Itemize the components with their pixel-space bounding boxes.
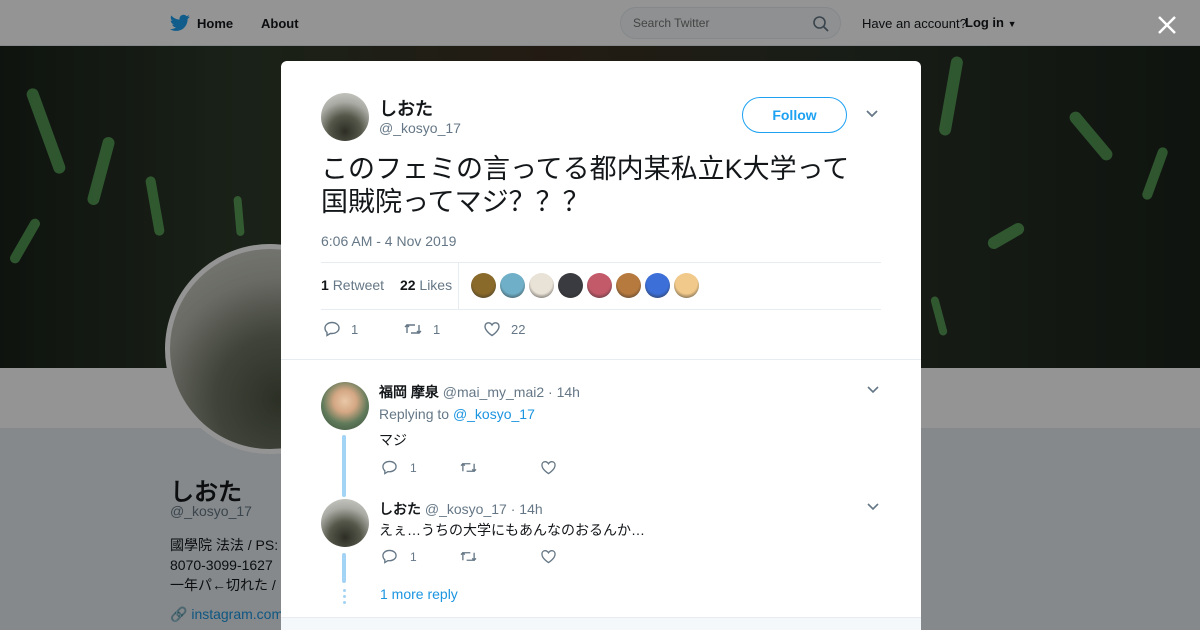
stats-divider xyxy=(458,263,459,309)
close-icon[interactable] xyxy=(1156,14,1178,36)
like-action[interactable]: 22 xyxy=(483,321,525,337)
like-stat-label: Likes xyxy=(419,277,453,293)
tweet-text-line: このフェミの言ってる都内某私立K大学って xyxy=(321,154,850,184)
like-count: 22 xyxy=(511,321,526,337)
retweet-icon xyxy=(460,462,477,473)
liker-avatar[interactable] xyxy=(529,273,554,298)
thread-line xyxy=(342,435,346,497)
divider xyxy=(321,309,881,310)
thread-line xyxy=(342,553,346,583)
liker-avatar[interactable] xyxy=(471,273,496,298)
liker-avatar[interactable] xyxy=(558,273,583,298)
liker-avatar[interactable] xyxy=(500,273,525,298)
retweet-icon xyxy=(404,324,422,334)
reply-action[interactable]: 1 xyxy=(381,460,417,475)
like-action[interactable] xyxy=(540,549,569,564)
chevron-down-icon[interactable] xyxy=(867,386,879,394)
thread-dots xyxy=(343,589,346,607)
heart-icon xyxy=(484,322,500,337)
tweet-text: このフェミの言ってる都内某私立K大学って 国賊院ってマジ？？？ xyxy=(321,153,891,219)
retweet-stat[interactable]: 1 Retweet xyxy=(321,277,384,293)
reply-time[interactable]: 14h xyxy=(519,501,542,517)
tweet-modal: しおた @_kosyo_17 Follow このフェミの言ってる都内某私立K大学… xyxy=(281,61,921,630)
tweet-text-line: 国賊院ってマジ？？？ xyxy=(321,187,590,217)
reply-actions: 1 xyxy=(379,460,629,480)
replies-section xyxy=(281,359,921,630)
reply-actions: 1 xyxy=(379,549,629,569)
tweet-stats: 1 Retweet 22 Likes xyxy=(321,277,452,293)
retweet-action[interactable] xyxy=(459,549,490,564)
reply-header: 福岡 摩泉 @mai_my_mai2 · 14h xyxy=(379,384,580,400)
reply-icon xyxy=(324,321,340,337)
reply-header: しおた @_kosyo_17 · 14h xyxy=(379,501,543,517)
tweet-timestamp[interactable]: 6:06 AM - 4 Nov 2019 xyxy=(321,233,456,249)
like-action[interactable] xyxy=(540,460,569,475)
reply-avatar[interactable] xyxy=(321,382,369,430)
replying-to-link[interactable]: @_kosyo_17 xyxy=(453,406,535,422)
reply-count: 1 xyxy=(410,460,417,475)
liker-avatar[interactable] xyxy=(616,273,641,298)
modal-footer xyxy=(281,617,921,630)
heart-icon xyxy=(541,461,556,475)
like-stat-count: 22 xyxy=(399,277,416,293)
reply-author-name[interactable]: しおた xyxy=(379,501,421,517)
liker-avatar[interactable] xyxy=(674,273,699,298)
retweet-action[interactable] xyxy=(459,460,490,475)
like-stat[interactable]: 22 Likes xyxy=(400,277,452,293)
replying-to: Replying to @_kosyo_17 xyxy=(379,406,535,422)
reply-avatar[interactable] xyxy=(321,499,369,547)
reply-action[interactable]: 1 xyxy=(381,549,417,564)
more-replies-link[interactable]: 1 more reply xyxy=(380,586,458,602)
liker-avatar[interactable] xyxy=(645,273,670,298)
reply-count: 1 xyxy=(351,321,359,337)
retweet-count: 1 xyxy=(433,321,441,337)
author-name[interactable]: しおた xyxy=(379,95,433,121)
follow-button[interactable]: Follow xyxy=(742,97,847,133)
reply-action[interactable]: 1 xyxy=(323,321,358,337)
heart-icon xyxy=(541,550,556,564)
retweet-stat-label: Retweet xyxy=(332,277,385,293)
author-avatar[interactable] xyxy=(321,93,369,141)
reply-author-handle[interactable]: @_kosyo_17 xyxy=(425,501,507,517)
reply-text: えぇ…うちの大学にもあんなのおるんか… xyxy=(379,522,645,538)
replying-prefix: Replying to xyxy=(379,406,450,422)
reply-author-name[interactable]: 福岡 摩泉 xyxy=(379,384,439,400)
reply-count: 1 xyxy=(410,549,417,564)
author-handle[interactable]: @_kosyo_17 xyxy=(379,120,461,136)
chevron-down-icon[interactable] xyxy=(865,109,879,119)
retweet-stat-count: 1 xyxy=(321,277,329,293)
retweet-action[interactable]: 1 xyxy=(403,321,440,337)
reply-time[interactable]: 14h xyxy=(557,384,580,400)
reply-icon xyxy=(382,460,397,475)
chevron-down-icon[interactable] xyxy=(867,503,879,511)
tweet-actions: 1 1 22 xyxy=(321,319,621,343)
liker-avatar[interactable] xyxy=(587,273,612,298)
retweet-icon xyxy=(460,551,477,562)
reply-text: マジ xyxy=(379,432,407,448)
divider xyxy=(321,262,881,263)
reply-icon xyxy=(382,549,397,564)
reply-author-handle[interactable]: @mai_my_mai2 xyxy=(443,384,544,400)
